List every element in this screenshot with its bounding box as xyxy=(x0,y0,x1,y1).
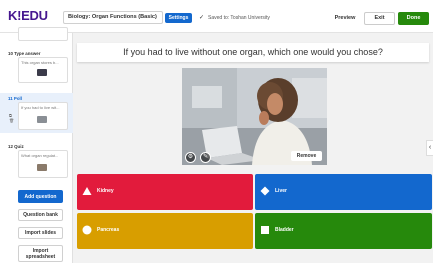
import-slides-button[interactable]: Import slides xyxy=(18,227,63,239)
question-input[interactable]: If you had to live without one organ, wh… xyxy=(77,43,429,62)
slide-question-preview: What organ regulat... xyxy=(21,153,59,158)
preview-button[interactable]: Preview xyxy=(330,13,360,23)
exit-button[interactable]: Exit xyxy=(364,12,395,25)
remove-image-button[interactable]: Remove xyxy=(291,151,322,161)
slide-type-label: 12 Quiz xyxy=(8,144,24,149)
slide-item-active[interactable]: 11 Poll ⧉ 🗑 If you had to live wit... xyxy=(0,93,73,133)
answer-label: Kidney xyxy=(97,188,114,194)
answer-option-4[interactable]: Bladder xyxy=(255,213,432,249)
save-status: ✓ Saved to: Toshan University xyxy=(199,13,270,23)
slide-type: Type answer xyxy=(14,51,41,56)
slide-type-label: 11 Poll xyxy=(8,96,22,101)
slide-item[interactable]: 12 Quiz What organ regulat... xyxy=(0,141,73,181)
diamond-icon xyxy=(260,186,270,196)
slide-question-preview: If you had to live wit... xyxy=(21,105,60,110)
slide-type: Poll xyxy=(13,96,22,101)
slide-actions[interactable]: ⧉ 🗑 xyxy=(9,113,14,123)
quiz-title-field[interactable]: Biology: Organ Functions (Basic) xyxy=(63,11,163,24)
slide-question-preview: This organ stores b... xyxy=(21,60,59,65)
answer-option-2[interactable]: Liver xyxy=(255,174,432,210)
slide-item[interactable] xyxy=(0,27,73,45)
slide-thumbnail[interactable]: If you had to live wit... xyxy=(18,102,68,130)
answer-label: Liver xyxy=(275,188,287,194)
slide-item[interactable]: 10 Type answer This organ stores b... xyxy=(0,48,73,86)
add-question-button[interactable]: Add question xyxy=(18,190,63,203)
slide-sidebar: 10 Type answer This organ stores b... 11… xyxy=(0,27,73,263)
square-icon xyxy=(261,226,269,234)
slide-thumbnail[interactable] xyxy=(18,27,68,41)
circle-icon xyxy=(82,225,92,235)
slide-number: 11 xyxy=(8,96,13,101)
slide-type-label: 10 Type answer xyxy=(8,51,40,56)
app-logo[interactable]: K!EDU xyxy=(8,8,48,23)
answer-option-3[interactable]: Pancreas xyxy=(77,213,253,249)
image-edit-icon[interactable]: ✎ xyxy=(200,152,211,163)
image-settings-icon[interactable]: ⚙ xyxy=(185,152,196,163)
slide-number: 10 xyxy=(8,51,13,56)
question-bank-button[interactable]: Question bank xyxy=(18,209,63,221)
done-button[interactable]: Done xyxy=(398,12,429,25)
slide-number: 12 xyxy=(8,144,13,149)
delete-icon[interactable]: 🗑 xyxy=(9,118,14,123)
image-thumbnail xyxy=(37,69,47,76)
import-spreadsheet-button[interactable]: Import spreadsheet xyxy=(18,245,63,262)
answer-label: Bladder xyxy=(275,227,294,233)
answer-label: Pancreas xyxy=(97,227,120,233)
slide-type: Quiz xyxy=(14,144,24,149)
triangle-icon xyxy=(82,187,92,195)
answer-option-1[interactable]: Kidney xyxy=(77,174,253,210)
slide-thumbnail[interactable]: What organ regulat... xyxy=(18,150,68,178)
image-thumbnail xyxy=(37,116,47,123)
check-icon: ✓ xyxy=(199,15,205,21)
chevron-left-icon[interactable]: ‹ xyxy=(426,140,433,156)
slide-thumbnail[interactable]: This organ stores b... xyxy=(18,57,68,83)
saved-text: Saved to: Toshan University xyxy=(208,15,270,21)
image-thumbnail xyxy=(37,164,47,171)
settings-button[interactable]: Settings xyxy=(165,13,192,23)
